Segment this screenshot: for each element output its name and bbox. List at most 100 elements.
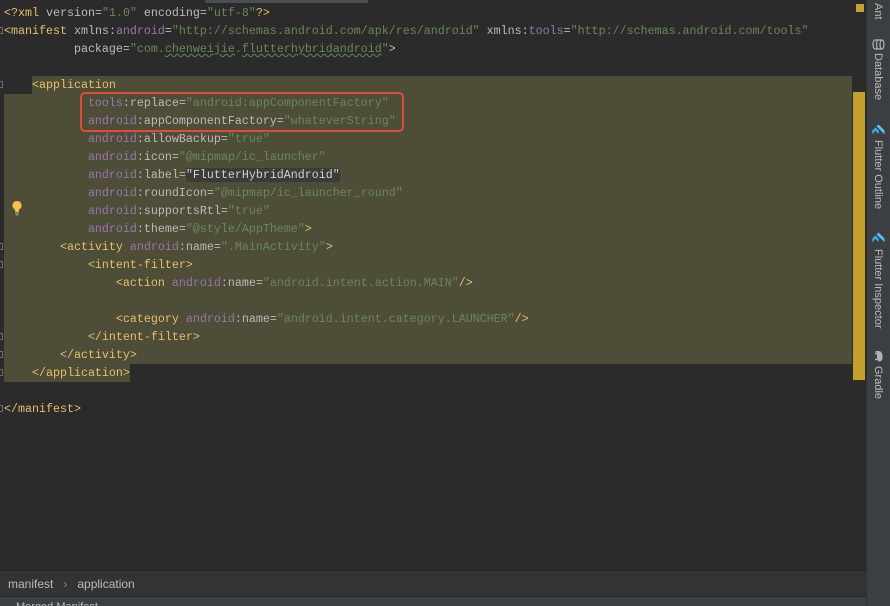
xml-tag-token[interactable]: </activity> [4,348,137,362]
code-content[interactable]: <?xml version="1.0" encoding="utf-8"?> <m… [4,4,852,418]
attribute-name-token[interactable]: :name= [235,312,277,326]
attribute-value-token[interactable]: "true" [228,204,270,218]
attribute-name-token[interactable]: :theme= [137,222,186,236]
attribute-name-token[interactable]: xmlns: [480,24,529,38]
namespace-prefix-token[interactable]: android [4,132,137,146]
fold-marker[interactable] [0,351,3,358]
fold-marker[interactable] [0,81,3,88]
fold-marker[interactable] [0,27,3,34]
code-line[interactable]: android:theme="@style/AppTheme"> [4,220,852,238]
tool-window-gradle[interactable]: Gradle [867,348,890,404]
code-line[interactable]: <action android:name="android.intent.act… [4,274,852,292]
xml-tag-token[interactable]: > [326,240,333,254]
tool-window-database[interactable]: Database [867,36,890,106]
xml-tag-token[interactable]: /> [515,312,529,326]
attribute-value-token[interactable]: "android.intent.action.MAIN" [263,276,459,290]
namespace-prefix-token[interactable]: android [4,168,137,182]
xml-tag-token[interactable]: > [305,222,312,236]
attribute-name-token[interactable]: :icon= [137,150,179,164]
code-line[interactable]: <activity android:name=".MainActivity"> [4,238,852,256]
xml-tag-token[interactable]: </intent-filter> [4,330,200,344]
code-line[interactable]: android:allowBackup="true" [4,130,852,148]
horizontal-scrollbar-thumb[interactable] [205,0,368,3]
attribute-value-token[interactable]: "@mipmap/ic_launcher_round" [214,186,403,200]
code-line[interactable] [4,382,852,400]
breadcrumb-item-application[interactable]: application [77,577,134,591]
breadcrumb-item-manifest[interactable]: manifest [8,577,53,591]
xml-tag-token[interactable]: ?> [256,6,270,20]
xml-tag-token[interactable]: <application [4,78,116,92]
attribute-name-token[interactable]: xmlns: [67,24,116,38]
attribute-name-token[interactable]: = [564,24,571,38]
code-line[interactable]: <intent-filter> [4,256,852,274]
code-line[interactable] [4,292,852,310]
xml-tag-token[interactable]: </manifest> [4,402,81,416]
fold-marker[interactable] [0,333,3,340]
error-stripe-mark[interactable] [853,92,865,380]
code-line[interactable]: android:supportsRtl="true" [4,202,852,220]
code-line[interactable]: android:label="FlutterHybridAndroid" [4,166,852,184]
lightbulb-icon[interactable] [11,200,23,216]
attribute-value-token[interactable]: "utf-8" [207,6,256,20]
namespace-prefix-token[interactable]: android [4,186,137,200]
tool-window-flutter-inspector[interactable]: Flutter Inspector [867,229,890,333]
attribute-value-token[interactable]: "http://schemas.android.com/tools" [571,24,809,38]
code-line[interactable]: <?xml version="1.0" encoding="utf-8"?> [4,4,852,22]
code-line[interactable]: <manifest xmlns:android="http://schemas.… [4,22,852,40]
folded-string-value[interactable]: "FlutterHybridAndroid" [185,168,340,182]
code-line[interactable]: </manifest> [4,400,852,418]
fold-marker[interactable] [0,243,3,250]
attribute-name-token[interactable]: :allowBackup= [137,132,228,146]
attribute-value-token[interactable]: "1.0" [102,6,137,20]
error-stripe[interactable] [852,0,866,570]
attribute-value-token[interactable]: "http://schemas.android.com/apk/res/andr… [172,24,480,38]
namespace-prefix-token[interactable]: android [4,222,137,236]
tool-window-ant[interactable]: Ant [867,0,890,24]
code-line[interactable]: android:icon="@mipmap/ic_launcher" [4,148,852,166]
fold-marker[interactable] [0,405,3,412]
code-line[interactable] [4,58,852,76]
fold-marker[interactable] [0,369,3,376]
code-line[interactable]: </activity> [4,346,852,364]
attribute-value-token[interactable]: "android.intent.category.LAUNCHER" [277,312,515,326]
xml-tag-token[interactable]: <intent-filter> [4,258,193,272]
attribute-name-token[interactable]: :roundIcon= [137,186,214,200]
namespace-prefix-token[interactable]: android [4,150,137,164]
namespace-prefix-token[interactable]: android [4,204,137,218]
tool-window-flutter-outline[interactable]: Flutter Outline [867,121,890,213]
attribute-name-token[interactable]: :name= [179,240,221,254]
attribute-value-token[interactable]: " [382,42,389,56]
attribute-name-token[interactable]: package= [4,42,130,56]
xml-tag-token[interactable]: <?xml [4,6,39,20]
attribute-name-token[interactable]: :label= [137,168,186,182]
xml-tag-token[interactable]: <manifest [4,24,67,38]
code-editor[interactable]: <?xml version="1.0" encoding="utf-8"?> <m… [0,0,852,570]
code-line[interactable]: </intent-filter> [4,328,852,346]
namespace-prefix-token[interactable]: android [116,24,165,38]
attribute-name-token[interactable]: version= [39,6,102,20]
attribute-value-token[interactable]: "com. [130,42,165,56]
attribute-value-token[interactable]: flutterhybridandroid [242,42,382,56]
namespace-prefix-token[interactable]: android [123,240,179,254]
xml-tag-token[interactable]: <activity [4,240,123,254]
code-line[interactable]: package="com.chenweijie.flutterhybridand… [4,40,852,58]
attribute-value-token[interactable]: "@mipmap/ic_launcher" [179,150,326,164]
code-line[interactable]: </application> [4,364,852,382]
xml-tag-token[interactable]: <category [4,312,179,326]
xml-tag-token[interactable]: /> [459,276,473,290]
code-line[interactable]: android:roundIcon="@mipmap/ic_launcher_r… [4,184,852,202]
namespace-prefix-token[interactable]: android [179,312,235,326]
attribute-name-token[interactable]: :supportsRtl= [137,204,228,218]
warning-indicator-icon[interactable] [856,4,864,12]
xml-tag-token[interactable]: </application> [4,366,130,380]
namespace-prefix-token[interactable]: tools [529,24,564,38]
namespace-prefix-token[interactable]: android [165,276,221,290]
attribute-value-token[interactable]: "true" [228,132,270,146]
xml-tag-token[interactable]: <action [4,276,165,290]
attribute-name-token[interactable]: = [165,24,172,38]
attribute-name-token[interactable]: encoding= [137,6,207,20]
xml-tag-token[interactable]: > [389,42,396,56]
code-line[interactable]: <category android:name="android.intent.c… [4,310,852,328]
attribute-name-token[interactable]: :name= [221,276,263,290]
attribute-value-token[interactable]: . [235,42,242,56]
